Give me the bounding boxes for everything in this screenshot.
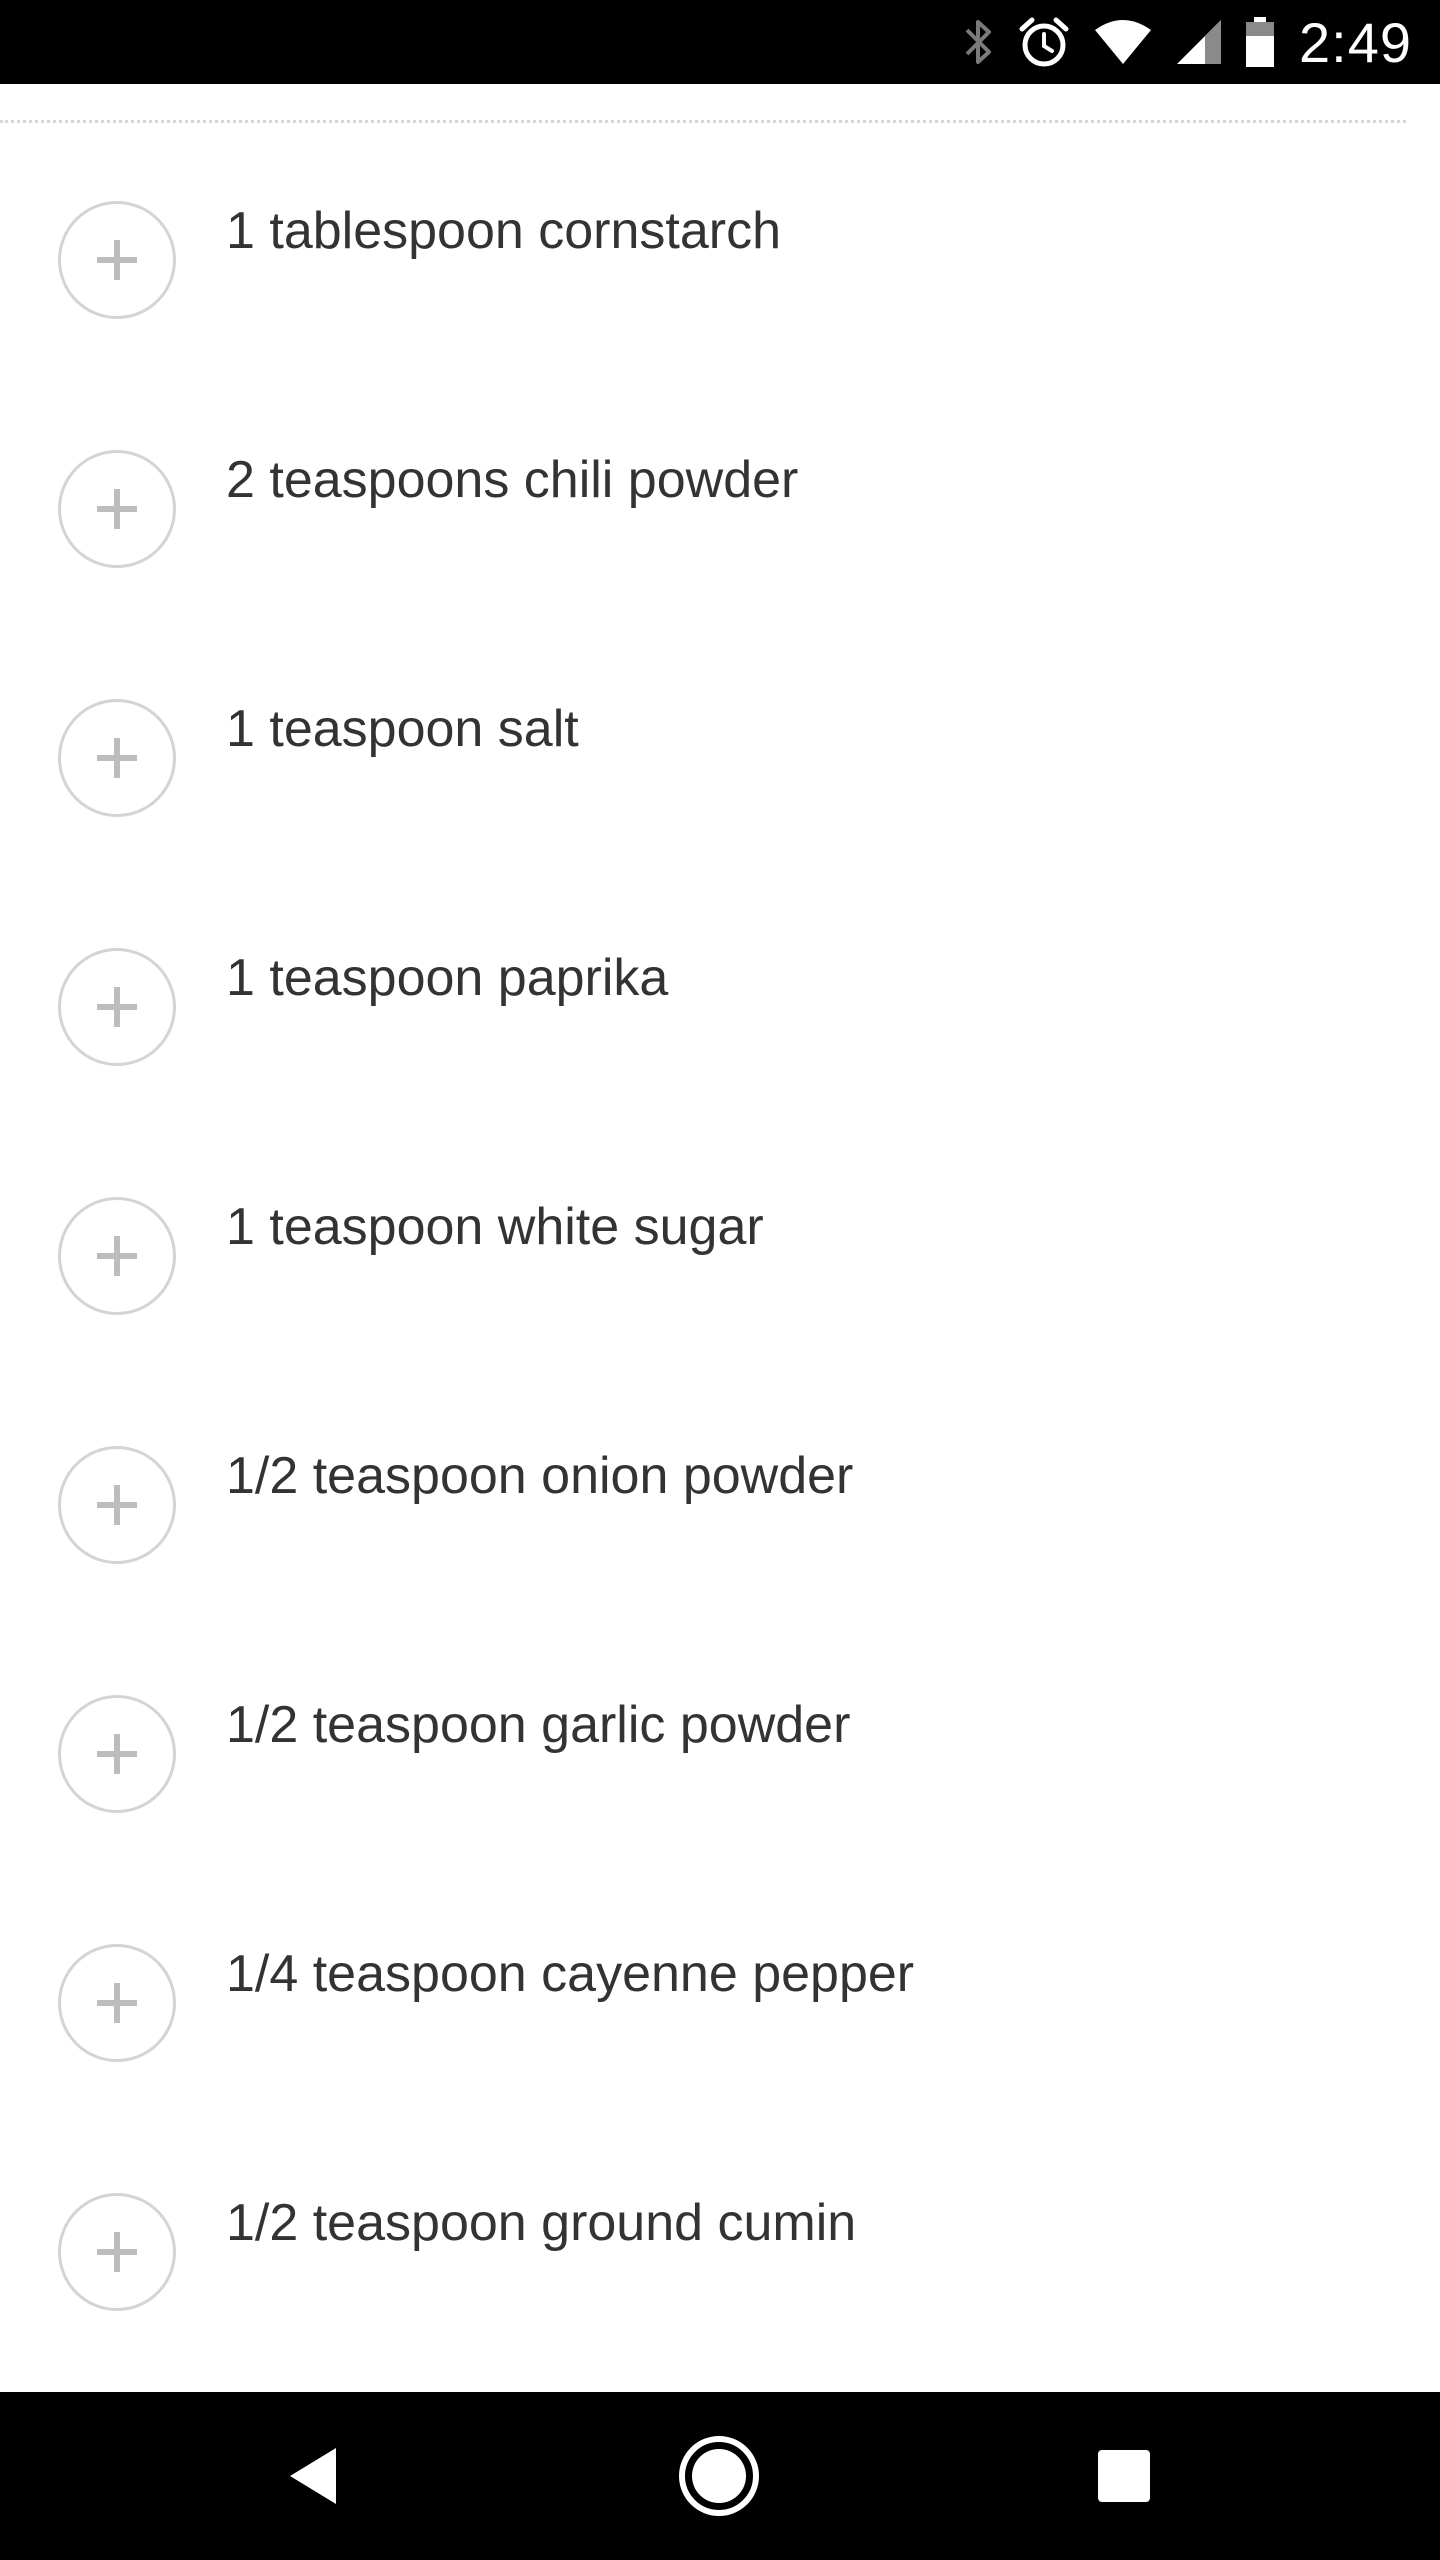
plus-icon (97, 1734, 137, 1774)
ingredient-text: 1 tablespoon cornstarch (226, 202, 782, 260)
add-ingredient-button[interactable] (58, 948, 176, 1066)
ingredient-text: 1/2 teaspoon garlic powder (226, 1696, 851, 1754)
add-ingredient-button[interactable] (58, 1695, 176, 1813)
ingredient-item[interactable]: 1/4 teaspoon cayenne pepper (0, 1944, 1440, 2094)
home-icon (679, 2436, 759, 2516)
screen: 2:49 1 tablespoon cornstarch 2 teaspoons… (0, 0, 1440, 2560)
ingredient-text: 1/2 teaspoon onion powder (226, 1447, 854, 1505)
status-icons: 2:49 (941, 0, 1412, 84)
add-ingredient-button[interactable] (58, 1197, 176, 1315)
recents-button[interactable] (1024, 2392, 1224, 2560)
status-time: 2:49 (1299, 10, 1412, 74)
ingredient-item[interactable]: 1/2 teaspoon ground cumin (0, 2193, 1440, 2343)
plus-icon (97, 1236, 137, 1276)
status-bar: 2:49 (0, 0, 1440, 84)
ingredient-item[interactable]: 1 tablespoon cornstarch (0, 201, 1440, 351)
cell-signal-icon (1175, 18, 1223, 66)
ingredient-text: 1 teaspoon white sugar (226, 1198, 764, 1256)
back-button[interactable] (214, 2392, 414, 2560)
alarm-icon (1017, 15, 1071, 69)
battery-icon (1245, 16, 1275, 68)
add-ingredient-button[interactable] (58, 699, 176, 817)
ingredient-text: 1/2 teaspoon ground cumin (226, 2194, 857, 2252)
ingredient-text: 1/4 teaspoon cayenne pepper (226, 1945, 915, 2003)
plus-icon (97, 987, 137, 1027)
plus-icon (97, 489, 137, 529)
ingredient-item[interactable]: 1 teaspoon paprika (0, 948, 1440, 1098)
home-button[interactable] (619, 2392, 819, 2560)
plus-icon (97, 738, 137, 778)
ingredient-item[interactable]: 1/2 teaspoon onion powder (0, 1446, 1440, 1596)
ingredient-text: 1 teaspoon salt (226, 700, 579, 758)
add-ingredient-button[interactable] (58, 1446, 176, 1564)
plus-icon (97, 240, 137, 280)
ingredient-item[interactable]: 1 teaspoon salt (0, 699, 1440, 849)
plus-icon (97, 1983, 137, 2023)
add-ingredient-button[interactable] (58, 1944, 176, 2062)
back-icon (290, 2448, 336, 2504)
add-ingredient-button[interactable] (58, 2193, 176, 2311)
section-divider (0, 120, 1406, 123)
recents-icon (1098, 2450, 1150, 2502)
ingredient-item[interactable]: 2 teaspoons chili powder (0, 450, 1440, 600)
plus-icon (97, 1485, 137, 1525)
ingredient-text: 2 teaspoons chili powder (226, 451, 799, 509)
bluetooth-icon (963, 16, 995, 68)
ingredient-item[interactable]: 1 teaspoon white sugar (0, 1197, 1440, 1347)
add-ingredient-button[interactable] (58, 201, 176, 319)
add-ingredient-button[interactable] (58, 450, 176, 568)
plus-icon (97, 2232, 137, 2272)
navigation-bar (0, 2392, 1440, 2560)
ingredient-item[interactable]: 1/2 teaspoon garlic powder (0, 1695, 1440, 1845)
wifi-icon (1093, 18, 1153, 66)
ingredient-text: 1 teaspoon paprika (226, 949, 669, 1007)
